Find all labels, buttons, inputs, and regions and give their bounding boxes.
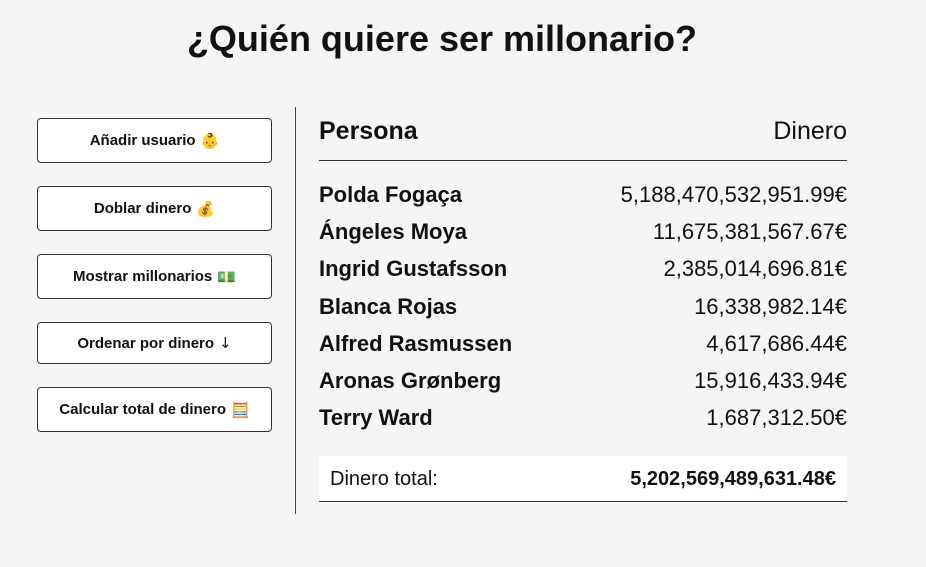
- sort-by-money-button[interactable]: Ordenar por dinero ↓: [37, 322, 272, 364]
- arrow-down-icon: ↓: [219, 334, 232, 352]
- table-row: Ingrid Gustafsson 2,385,014,696.81€: [319, 253, 847, 290]
- person-money: 1,687,312.50€: [706, 405, 847, 431]
- person-money: 5,188,470,532,951.99€: [620, 182, 847, 207]
- add-user-button[interactable]: Añadir usuario 👶: [37, 118, 272, 163]
- table-row: Terry Ward 1,687,312.50€: [319, 402, 847, 439]
- calculate-total-button[interactable]: Calcular total de dinero 🧮: [37, 387, 272, 432]
- calculate-total-label: Calcular total de dinero: [59, 401, 226, 418]
- show-millionaires-label: Mostrar millonarios: [73, 268, 213, 285]
- person-money: 2,385,014,696.81€: [663, 256, 847, 282]
- total-label: Dinero total:: [330, 468, 438, 490]
- table-row: Ángeles Moya 11,675,381,567.67€: [319, 216, 847, 253]
- person-money: 16,338,982.14€: [694, 293, 847, 319]
- person-name: Aronas Grønberg: [319, 367, 502, 393]
- money-table: Persona Dinero Polda Fogaça 5,188,470,53…: [319, 115, 847, 502]
- page-title: ¿Quién quiere ser millonario?: [186, 18, 698, 59]
- person-money: 11,675,381,567.67€: [652, 219, 847, 245]
- person-name: Ingrid Gustafsson: [319, 256, 508, 282]
- table-row: Blanca Rojas 16,338,982.14€: [319, 291, 847, 328]
- person-name: Terry Ward: [319, 405, 433, 431]
- table-row: Aronas Grønberg 15,916,433.94€: [319, 365, 847, 402]
- header-money: Dinero: [773, 117, 847, 145]
- abacus-icon: 🧮: [231, 400, 250, 419]
- person-money: 4,617,686.44€: [706, 330, 847, 356]
- total-row: Dinero total: 5,202,569,489,631.48€: [319, 456, 847, 502]
- show-millionaires-button[interactable]: Mostrar millonarios 💵: [37, 254, 272, 299]
- table-row: Alfred Rasmussen 4,617,686.44€: [319, 328, 847, 365]
- baby-face-icon: 👶: [200, 131, 220, 150]
- person-money: 15,916,433.94€: [694, 367, 847, 393]
- person-name: Polda Fogaça: [319, 182, 463, 207]
- money-bag-icon: 💰: [196, 199, 216, 218]
- header-person: Persona: [319, 117, 418, 145]
- person-name: Alfred Rasmussen: [319, 330, 513, 356]
- banknote-icon: 💵: [217, 267, 236, 286]
- table-row: Polda Fogaça 5,188,470,532,951.99€: [319, 179, 847, 216]
- add-user-label: Añadir usuario: [89, 132, 196, 149]
- double-money-button[interactable]: Doblar dinero 💰: [37, 186, 272, 231]
- person-name: Blanca Rojas: [319, 293, 458, 319]
- person-name: Ángeles Moya: [319, 219, 467, 245]
- vertical-divider: [295, 107, 296, 514]
- table-body: Polda Fogaça 5,188,470,532,951.99€ Ángel…: [319, 179, 847, 439]
- sort-by-money-label: Ordenar por dinero: [77, 334, 215, 352]
- table-header: Persona Dinero: [319, 115, 847, 161]
- double-money-label: Doblar dinero: [93, 200, 192, 217]
- total-value: 5,202,569,489,631.48€: [630, 468, 836, 490]
